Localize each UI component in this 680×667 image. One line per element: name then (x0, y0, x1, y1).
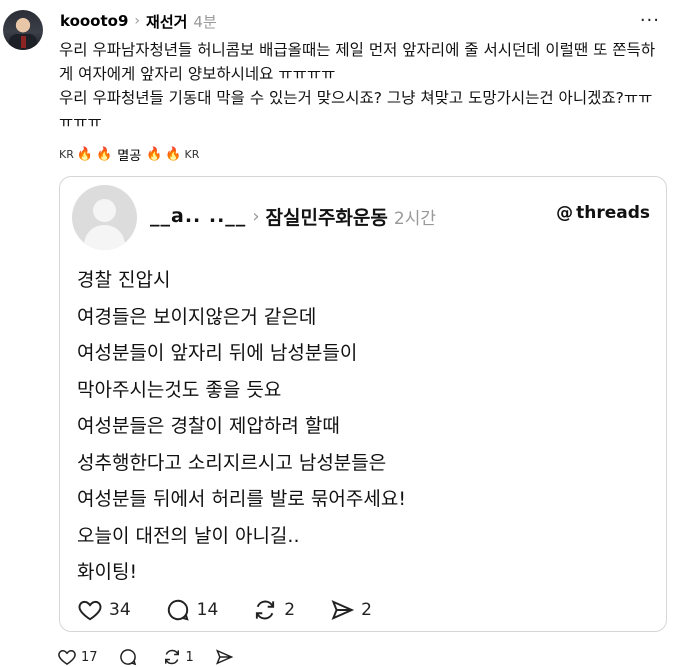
tag-kr-left: KR (59, 147, 74, 161)
default-avatar-body (84, 225, 125, 250)
like-button[interactable]: 17 (57, 647, 98, 667)
reply-button[interactable] (118, 647, 142, 667)
post-tags: KR 🔥 🔥 멸공 🔥 🔥 KR (59, 143, 199, 165)
quoted-username[interactable]: __a.. ..__ (150, 205, 246, 227)
comment-icon (119, 649, 136, 666)
repost-count: 1 (185, 649, 194, 665)
quoted-like-count: 34 (109, 600, 131, 620)
quoted-line: 여성분들이 앞자리 뒤에 남성분들이 (77, 342, 358, 364)
quoted-header: __a.. ..__ › 잠실민주화운동 2시간 (150, 201, 436, 231)
chevron-right-icon: › (252, 205, 260, 227)
post-username[interactable]: koooto9 (60, 12, 128, 30)
quoted-post-card[interactable]: __a.. ..__ › 잠실민주화운동 2시간 @ threads 경찰 진압… (59, 176, 667, 632)
post-header: koooto9 › 재선거 4분 (60, 10, 217, 32)
quoted-like-button[interactable]: 34 (77, 597, 131, 623)
quoted-line: 여경들은 보이지않은거 같은데 (77, 305, 317, 328)
author-avatar[interactable] (3, 10, 43, 50)
post-topic[interactable]: 재선거 (146, 11, 187, 32)
threads-icon: @ (556, 203, 574, 223)
quoted-line: 오늘이 대전의 날이 아니길.. (77, 524, 300, 547)
heart-icon (58, 649, 76, 665)
threads-brand: threads (576, 203, 650, 223)
like-count: 17 (81, 649, 98, 665)
post-time: 4분 (193, 12, 217, 31)
repost-icon (164, 649, 179, 665)
quoted-reply-count: 14 (196, 600, 219, 620)
fire-icon: 🔥 (165, 146, 182, 162)
share-button[interactable] (214, 647, 238, 667)
post-body: 우리 우파남자청년들 허니콤보 배급올때는 제일 먼저 앞자리에 줄 서시던데 … (59, 41, 656, 131)
quoted-share-count: 2 (361, 600, 372, 620)
quoted-reply-button[interactable]: 14 (165, 597, 219, 623)
quoted-topic[interactable]: 잠실민주화운동 (266, 203, 388, 230)
default-avatar-head (93, 199, 116, 222)
comment-icon (167, 599, 189, 621)
more-options-icon[interactable]: ··· (640, 10, 660, 31)
quoted-line: 화이팅! (77, 561, 138, 583)
post-actions: 17 1 (57, 646, 258, 667)
tag-word: 멸공 (117, 148, 142, 164)
send-icon (331, 600, 355, 620)
send-icon (215, 649, 234, 665)
quoted-share-button[interactable]: 2 (329, 597, 372, 623)
quoted-line: 성추행한다고 소리지르시고 남성분들은 (77, 451, 387, 474)
heart-icon (78, 600, 102, 621)
quoted-line: 막아주시는것도 좋을 듯요 (77, 378, 282, 401)
fire-icon: 🔥 (96, 146, 113, 162)
quoted-body: 경찰 진압시 여경들은 보이지않은거 같은데 여성분들이 앞자리 뒤에 남성분들… (77, 262, 637, 591)
repost-button[interactable]: 1 (162, 647, 194, 667)
quoted-actions: 34 14 2 2 (77, 593, 406, 627)
threads-logo: @ threads (556, 203, 650, 223)
quoted-repost-button[interactable]: 2 (252, 597, 295, 623)
fire-icon: 🔥 (76, 146, 94, 162)
repost-icon (256, 600, 275, 620)
quoted-line: 여성분들 뒤에서 허리를 발로 묶어주세요! (77, 488, 406, 510)
fire-icon: 🔥 (146, 146, 163, 162)
avatar-tie (21, 36, 26, 48)
quoted-repost-count: 2 (284, 600, 296, 620)
tag-kr-right: KR (184, 147, 200, 161)
quoted-line: 여성분들은 경찰이 제압하려 할때 (77, 415, 340, 437)
quoted-line: 경찰 진압시 (77, 269, 171, 291)
chevron-right-icon: › (134, 13, 141, 29)
quoted-time: 2시간 (393, 208, 436, 229)
quoted-avatar[interactable] (72, 185, 137, 250)
